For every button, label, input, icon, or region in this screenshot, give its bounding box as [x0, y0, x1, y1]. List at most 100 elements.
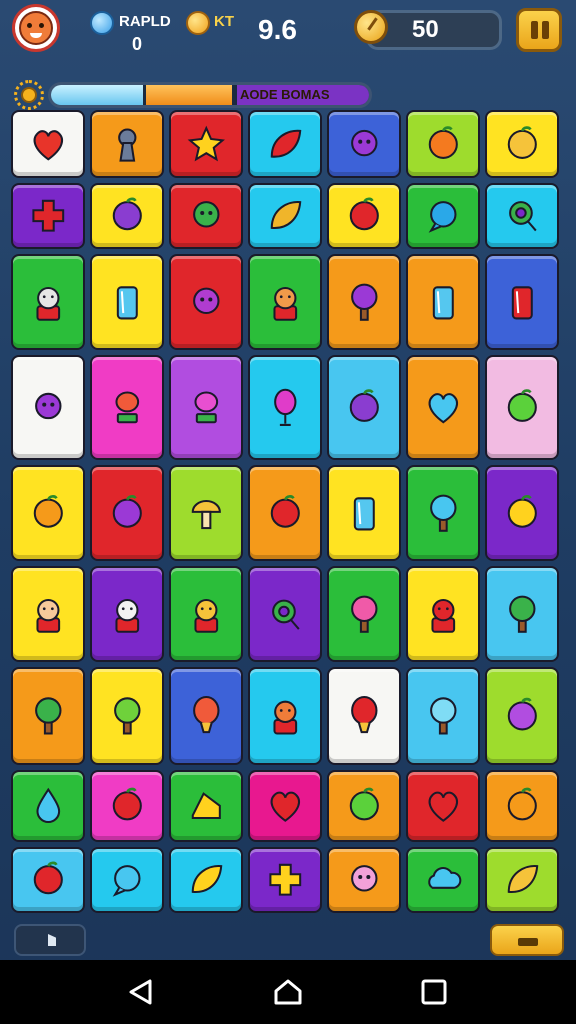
game-tile[interactable] — [248, 254, 322, 350]
game-tile[interactable] — [406, 847, 480, 913]
shop-button[interactable] — [490, 924, 564, 956]
game-tile[interactable] — [11, 110, 85, 178]
game-tile[interactable] — [90, 183, 164, 249]
shell-icon — [507, 865, 538, 894]
game-tile[interactable] — [485, 110, 559, 178]
home-icon[interactable] — [272, 976, 304, 1008]
game-tile[interactable] — [485, 847, 559, 913]
cloud-icon — [427, 867, 462, 890]
game-tile[interactable] — [485, 566, 559, 662]
game-tile[interactable] — [327, 667, 401, 765]
pink-tree-icon — [350, 595, 378, 633]
hot-air-balloon-icon — [350, 696, 378, 734]
game-tile[interactable] — [327, 355, 401, 460]
melon-icon — [349, 787, 379, 821]
game-tile[interactable] — [169, 667, 243, 765]
speech-bubble-icon — [112, 865, 141, 898]
game-tile[interactable] — [406, 770, 480, 842]
game-tile[interactable] — [406, 667, 480, 765]
game-tile[interactable] — [169, 183, 243, 249]
game-tile[interactable] — [11, 566, 85, 662]
game-tile[interactable] — [327, 566, 401, 662]
game-tile[interactable] — [169, 847, 243, 913]
game-tile[interactable] — [169, 110, 243, 178]
game-tile[interactable] — [90, 110, 164, 178]
game-tile[interactable] — [327, 110, 401, 178]
apple-icon — [507, 389, 537, 423]
keyhole-icon — [117, 128, 137, 162]
game-tile[interactable] — [248, 667, 322, 765]
game-tile[interactable] — [169, 355, 243, 460]
coin-icon — [186, 11, 210, 35]
game-tile[interactable] — [406, 183, 480, 249]
game-tile[interactable] — [485, 667, 559, 765]
game-tile[interactable] — [11, 770, 85, 842]
game-tile[interactable] — [327, 770, 401, 842]
game-tile[interactable] — [327, 465, 401, 561]
game-tile[interactable] — [169, 566, 243, 662]
green-tree-icon — [508, 595, 536, 633]
game-tile[interactable] — [248, 566, 322, 662]
pumpkin-icon — [507, 787, 537, 821]
game-tile[interactable] — [248, 770, 322, 842]
game-tile[interactable] — [169, 465, 243, 561]
game-tile[interactable] — [169, 770, 243, 842]
game-tile[interactable] — [485, 183, 559, 249]
heart-icon — [33, 129, 63, 161]
chili-icon — [270, 129, 301, 158]
game-tile[interactable] — [90, 770, 164, 842]
cat-icon — [431, 598, 455, 633]
monster-icon — [192, 201, 220, 228]
game-tile[interactable] — [327, 183, 401, 249]
game-tile[interactable] — [406, 110, 480, 178]
game-tile[interactable] — [248, 183, 322, 249]
game-tile[interactable] — [485, 355, 559, 460]
green-tree-icon — [113, 697, 141, 735]
game-tile[interactable] — [11, 847, 85, 913]
farmer-icon — [36, 598, 60, 633]
orange-fruit-icon — [33, 494, 63, 528]
game-tile[interactable] — [169, 254, 243, 350]
menu-button[interactable] — [14, 924, 86, 956]
game-tile[interactable] — [11, 355, 85, 460]
mushroom-icon — [191, 499, 221, 529]
peach-icon — [428, 125, 458, 159]
game-tile[interactable] — [90, 667, 164, 765]
game-tile[interactable] — [90, 566, 164, 662]
game-tile[interactable] — [90, 355, 164, 460]
game-tile[interactable] — [90, 465, 164, 561]
avatar-face-icon — [19, 11, 53, 45]
cross-icon — [269, 864, 301, 896]
game-tile[interactable] — [406, 355, 480, 460]
pause-button[interactable] — [516, 8, 562, 52]
coin-label: KT — [214, 13, 234, 30]
cheese-icon — [191, 792, 221, 820]
onion-icon — [112, 197, 142, 231]
game-tile[interactable] — [406, 254, 480, 350]
game-tile[interactable] — [11, 183, 85, 249]
cherry-icon — [33, 861, 63, 895]
back-icon[interactable] — [126, 976, 158, 1008]
game-tile[interactable] — [248, 355, 322, 460]
game-tile[interactable] — [11, 254, 85, 350]
game-tile[interactable] — [327, 847, 401, 913]
octopus-icon — [350, 865, 378, 892]
game-tile[interactable] — [327, 254, 401, 350]
game-tile[interactable] — [485, 770, 559, 842]
game-tile[interactable] — [485, 465, 559, 561]
game-tile[interactable] — [248, 110, 322, 178]
game-tile[interactable] — [90, 847, 164, 913]
progress-fill-blue — [51, 85, 147, 105]
sun-icon — [14, 80, 44, 110]
game-tile[interactable] — [485, 254, 559, 350]
game-tile[interactable] — [11, 667, 85, 765]
game-tile[interactable] — [406, 566, 480, 662]
game-tile[interactable] — [248, 847, 322, 913]
game-tile[interactable] — [90, 254, 164, 350]
gem-value: 0 — [132, 34, 143, 54]
game-tile[interactable] — [11, 465, 85, 561]
player-avatar[interactable] — [12, 4, 60, 52]
recent-apps-icon[interactable] — [418, 976, 450, 1008]
game-tile[interactable] — [406, 465, 480, 561]
game-tile[interactable] — [248, 465, 322, 561]
